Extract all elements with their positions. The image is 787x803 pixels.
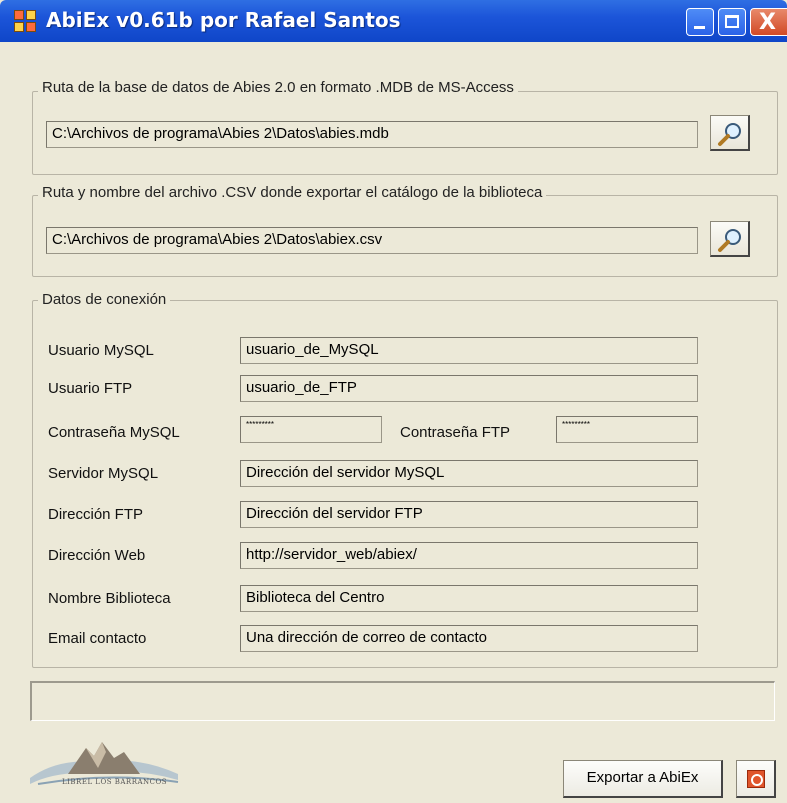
minimize-button[interactable]: [686, 8, 714, 36]
mysql-user-label: Usuario MySQL: [48, 342, 154, 359]
mdb-path-legend: Ruta de la base de datos de Abies 2.0 en…: [38, 79, 518, 96]
magnifier-icon: [718, 123, 741, 146]
close-icon: X: [759, 10, 776, 35]
mysql-password-label: Contraseña MySQL: [48, 424, 180, 441]
mysql-password-input[interactable]: *********: [240, 416, 382, 443]
app-icon: [14, 10, 36, 32]
web-address-label: Dirección Web: [48, 547, 146, 564]
library-name-input[interactable]: Biblioteca del Centro: [240, 585, 698, 612]
web-address-input[interactable]: http://servidor_web/abiex/: [240, 542, 698, 569]
status-panel: [30, 681, 775, 721]
logo-caption: LIBREL LOS BARRANCOS: [62, 778, 168, 786]
library-name-label: Nombre Biblioteca: [48, 590, 171, 607]
exit-button[interactable]: [736, 760, 776, 798]
minimize-icon: [694, 26, 705, 29]
csv-browse-button[interactable]: [710, 221, 750, 257]
ftp-user-input[interactable]: usuario_de_FTP: [240, 375, 698, 402]
export-button[interactable]: Exportar a AbiEx: [563, 760, 723, 798]
magnifier-icon: [718, 229, 741, 252]
ftp-password-label: Contraseña FTP: [400, 424, 511, 441]
ftp-password-input[interactable]: *********: [556, 416, 698, 443]
email-label: Email contacto: [48, 630, 147, 647]
mdb-path-input[interactable]: C:\Archivos de programa\Abies 2\Datos\ab…: [46, 121, 698, 148]
mdb-browse-button[interactable]: [710, 115, 750, 151]
maximize-icon: [725, 15, 739, 28]
close-button[interactable]: X: [750, 8, 787, 36]
connection-legend: Datos de conexión: [38, 291, 171, 308]
ftp-address-input[interactable]: Dirección del servidor FTP: [240, 501, 698, 528]
csv-path-legend: Ruta y nombre del archivo .CSV donde exp…: [38, 184, 547, 201]
power-icon: [747, 770, 765, 788]
csv-path-input[interactable]: C:\Archivos de programa\Abies 2\Datos\ab…: [46, 227, 698, 254]
email-input[interactable]: Una dirección de correo de contacto: [240, 625, 698, 652]
mysql-server-label: Servidor MySQL: [48, 465, 159, 482]
window-title: AbiEx v0.61b por Rafael Santos: [46, 8, 401, 32]
mysql-user-input[interactable]: usuario_de_MySQL: [240, 337, 698, 364]
ftp-user-label: Usuario FTP: [48, 380, 133, 397]
ftp-address-label: Dirección FTP: [48, 506, 144, 523]
maximize-button[interactable]: [718, 8, 746, 36]
mysql-server-input[interactable]: Dirección del servidor MySQL: [240, 460, 698, 487]
